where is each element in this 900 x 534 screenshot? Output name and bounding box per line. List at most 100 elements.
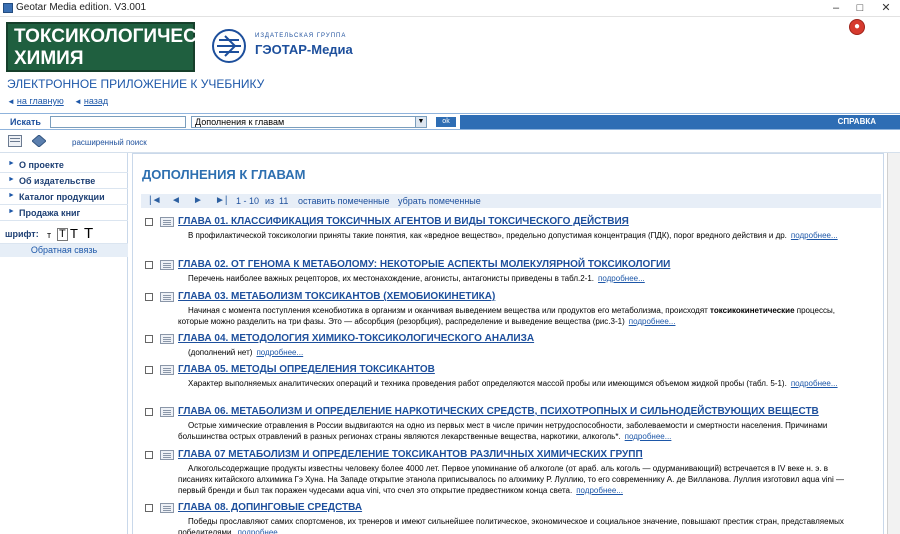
publisher-caption: ИЗДАТЕЛЬСКАЯ ГРУППА (255, 33, 347, 39)
chapter-title-link[interactable]: ГЛАВА 08. ДОПИНГОВЫЕ СРЕДСТВА (178, 502, 362, 513)
document-icon (160, 503, 174, 513)
logo-line-1: ТОКСИКОЛОГИЧЕСКАЯ (14, 26, 236, 47)
first-page-icon[interactable]: |◄ (149, 195, 162, 206)
search-bar: Искать Дополнения к главам ▼ ok СПРАВКА (0, 113, 900, 130)
sidebar-item-about-project[interactable]: ► О проекте (0, 157, 128, 173)
chapter-description: Победы прославляют самих спортсменов, их… (178, 516, 848, 534)
chapter-checkbox[interactable] (145, 504, 153, 512)
exit-icon[interactable]: ● (849, 19, 865, 35)
document-icon (160, 217, 174, 227)
arrow-right-icon: ► (8, 160, 15, 167)
more-link[interactable]: подробнее... (238, 528, 285, 534)
more-link[interactable]: подробнее... (598, 274, 645, 283)
feedback-link[interactable]: Обратная связь (0, 244, 128, 257)
sidebar-item-about-publisher[interactable]: ► Об издательстве (0, 173, 128, 189)
prev-page-icon[interactable]: ◄ (171, 195, 181, 206)
category-select[interactable]: Дополнения к главам ▼ (191, 116, 427, 128)
home-link[interactable]: ◄ на главную (7, 96, 64, 106)
chapter-description: Алкогольсодержащие продукты известны чел… (178, 464, 844, 495)
close-icon[interactable]: ✕ (878, 1, 894, 15)
more-link[interactable]: подробнее... (256, 348, 303, 357)
chapter-checkbox[interactable] (145, 293, 153, 301)
app-window: Geotar Media edition. V3.001 ‒ □ ✕ ТОКСИ… (0, 0, 900, 534)
chapter-title-link[interactable]: ГЛАВА 02. ОТ ГЕНОМА К МЕТАБОЛОМУ: НЕКОТО… (178, 259, 670, 270)
chapter-description: Перечень наиболее важных рецепторов, их … (188, 274, 645, 283)
pager-range: 1 - 10 (236, 196, 260, 206)
sidebar-item-book-sales[interactable]: ► Продажа книг (0, 205, 128, 221)
back-arrow-icon: ◄ (74, 97, 82, 106)
document-icon (160, 407, 174, 417)
chapter-description: В профилактической токсикологии приняты … (188, 231, 838, 240)
chapter-checkbox[interactable] (145, 218, 153, 226)
chapter-title-link[interactable]: ГЛАВА 07 МЕТАБОЛИЗМ И ОПРЕДЕЛЕНИЕ ТОКСИК… (178, 449, 643, 460)
chapter-checkbox[interactable] (145, 366, 153, 374)
arrow-right-icon: ► (8, 176, 15, 183)
advanced-search-icon[interactable] (32, 135, 46, 147)
pager-of: из (265, 196, 275, 206)
arrow-right-icon: ► (8, 192, 15, 199)
chapter-checkbox[interactable] (145, 335, 153, 343)
font-label: шрифт: (5, 229, 39, 239)
search-ok-button[interactable]: ok (436, 117, 456, 127)
more-link[interactable]: подробнее... (791, 379, 838, 388)
arrow-right-icon: ► (8, 208, 15, 215)
main-panel: ДОПОЛНЕНИЯ К ГЛАВАМ |◄ ◄ ► ►| 1 - 10 из … (132, 153, 884, 534)
help-link[interactable]: СПРАВКА (838, 117, 876, 126)
chapter-title-link[interactable]: ГЛАВА 06. МЕТАБОЛИЗМ И ОПРЕДЕЛЕНИЕ НАРКО… (178, 406, 819, 417)
book-logo: ТОКСИКОЛОГИЧЕСКАЯ ХИМИЯ (6, 22, 236, 72)
back-link[interactable]: ◄ назад (74, 96, 108, 106)
document-icon (160, 292, 174, 302)
more-link[interactable]: подробнее... (791, 231, 838, 240)
title-bar: Geotar Media edition. V3.001 ‒ □ ✕ (0, 0, 900, 17)
category-select-value: Дополнения к главам (195, 117, 285, 127)
document-icon (160, 450, 174, 460)
more-link[interactable]: подробнее... (625, 432, 672, 441)
chapter-description: Острые химические отравления в России вы… (178, 421, 828, 441)
more-link[interactable]: подробнее... (629, 317, 676, 326)
font-size-small[interactable]: T (57, 228, 68, 241)
logo-line-2: ХИМИЯ (14, 48, 84, 69)
chapter-title-link[interactable]: ГЛАВА 03. МЕТАБОЛИЗМ ТОКСИКАНТОВ (ХЕМОБИ… (178, 291, 495, 302)
document-icon (160, 260, 174, 270)
vertical-scrollbar[interactable] (887, 153, 900, 534)
document-icon (160, 334, 174, 344)
minimize-icon[interactable]: ‒ (828, 1, 844, 15)
page-title: ДОПОЛНЕНИЯ К ГЛАВАМ (142, 167, 306, 182)
top-menu-strip: СПРАВКА (460, 115, 900, 129)
chapter-title-link[interactable]: ГЛАВА 04. МЕТОДОЛОГИЯ ХИМИКО-ТОКСИКОЛОГИ… (178, 333, 534, 344)
keep-marked-link[interactable]: оставить помеченные (298, 196, 390, 206)
publisher-logo-icon (212, 29, 246, 63)
font-size-medium[interactable]: T (70, 226, 78, 241)
search-input[interactable] (50, 116, 186, 128)
pager-bar: |◄ ◄ ► ►| 1 - 10 из 11 оставить помеченн… (141, 194, 881, 208)
font-size-large[interactable]: T (84, 225, 93, 242)
sidebar: ► О проекте ► Об издательстве ► Каталог … (0, 153, 128, 534)
chapter-checkbox[interactable] (145, 408, 153, 416)
app-icon (3, 3, 13, 13)
secondary-toolbar: расширенный поиск (0, 131, 900, 153)
app-subtitle: ЭЛЕКТРОННОЕ ПРИЛОЖЕНИЕ К УЧЕБНИКУ (7, 77, 265, 91)
chapter-description: Начиная с момента поступления ксенобиоти… (178, 306, 835, 326)
more-link[interactable]: подробнее... (576, 486, 623, 495)
sidebar-item-catalog[interactable]: ► Каталог продукции (0, 189, 128, 205)
maximize-icon[interactable]: □ (852, 1, 868, 15)
last-page-icon[interactable]: ►| (215, 195, 228, 206)
pager-total: 11 (279, 196, 289, 206)
publisher-name: ГЭОТАР-Медиа (255, 42, 353, 57)
chapter-checkbox[interactable] (145, 261, 153, 269)
next-page-icon[interactable]: ► (193, 195, 203, 206)
chapter-description: (дополнений нет) подробнее... (188, 348, 304, 357)
chapter-title-link[interactable]: ГЛАВА 01. КЛАССИФИКАЦИЯ ТОКСИЧНЫХ АГЕНТО… (178, 216, 629, 227)
list-view-icon[interactable] (8, 135, 22, 147)
chapter-checkbox[interactable] (145, 451, 153, 459)
window-title: Geotar Media edition. V3.001 (16, 2, 147, 13)
chevron-down-icon[interactable]: ▼ (415, 117, 426, 127)
search-label: Искать (10, 117, 41, 127)
font-size-selector: шрифт: т T T T (0, 224, 128, 244)
remove-marked-link[interactable]: убрать помеченные (398, 196, 481, 206)
font-size-xs[interactable]: т (47, 230, 51, 240)
chapter-title-link[interactable]: ГЛАВА 05. МЕТОДЫ ОПРЕДЕЛЕНИЯ ТОКСИКАНТОВ (178, 364, 435, 375)
document-icon (160, 365, 174, 375)
advanced-search-link[interactable]: расширенный поиск (72, 138, 147, 147)
chapter-description: Характер выполняемых аналитических опера… (188, 379, 838, 388)
